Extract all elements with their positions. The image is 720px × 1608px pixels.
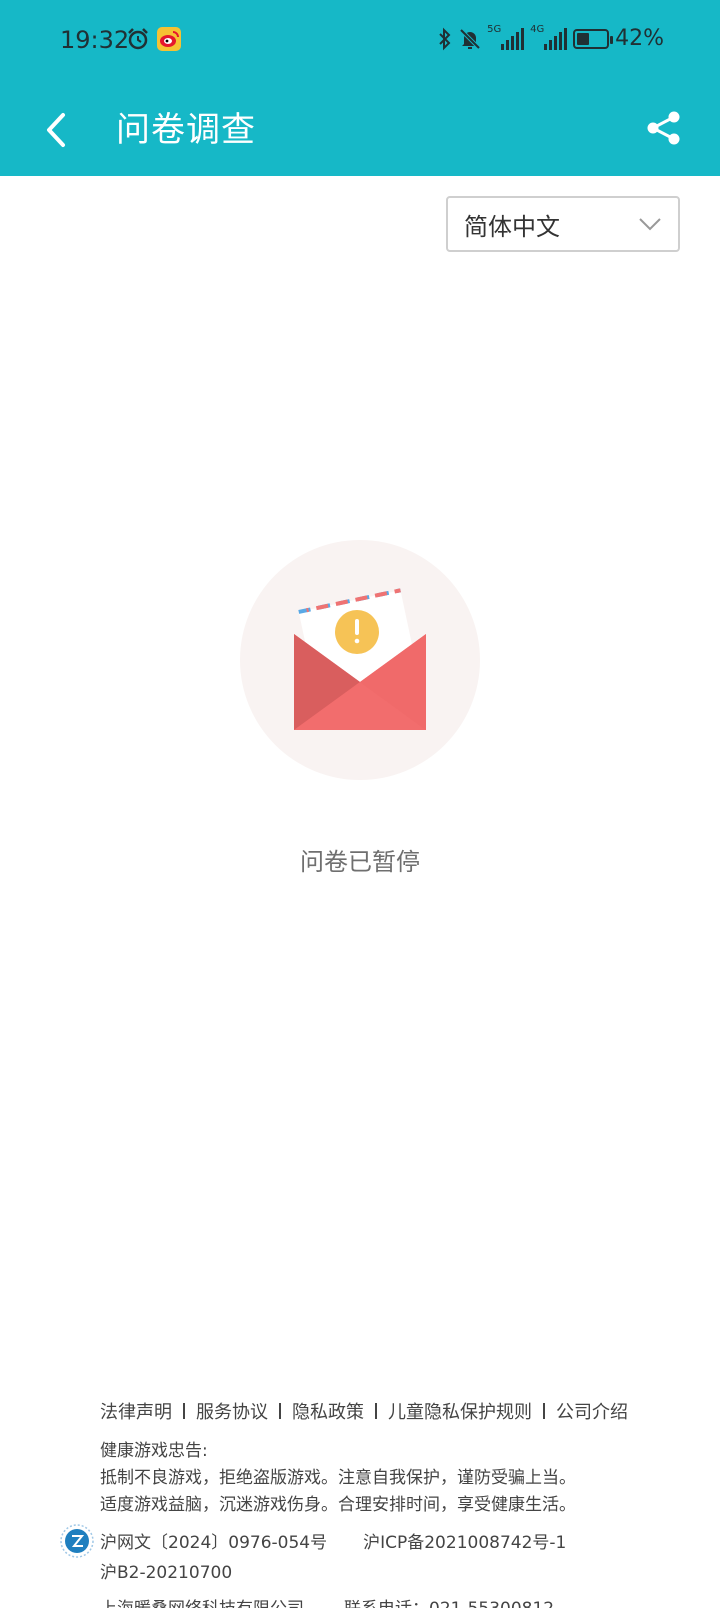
divider (543, 1403, 545, 1419)
legal-notice-link[interactable]: 法律声明 (100, 1398, 172, 1424)
health-notice-title: 健康游戏忠告: (100, 1441, 208, 1461)
app-bar: 问卷调查 (0, 84, 720, 176)
language-select-value: 简体中文 (464, 212, 560, 241)
footer-links: 法律声明 服务协议 隐私政策 儿童隐私保护规则 公司介绍 (100, 1398, 700, 1424)
mute-bell-icon (459, 28, 481, 49)
health-game-notice: 健康游戏忠告: 抵制不良游戏，拒绝盗版游戏。注意自我保护，谨防受骗上当。 适度游… (100, 1438, 700, 1519)
health-notice-line: 抵制不良游戏，拒绝盗版游戏。注意自我保护，谨防受骗上当。 (100, 1468, 576, 1488)
icp-license-link[interactable]: 沪ICP备2021008742号-1 (363, 1533, 566, 1553)
language-select[interactable]: 简体中文 (446, 196, 680, 252)
back-button[interactable] (30, 104, 82, 156)
divider (183, 1403, 185, 1419)
company-row: 上海暖桑网络科技有限公司 联系电话：021-55300812 (100, 1594, 554, 1608)
child-privacy-link[interactable]: 儿童隐私保护规则 (388, 1398, 532, 1424)
envelope-alert-icon (240, 540, 480, 780)
culture-license-icon[interactable] (60, 1524, 94, 1558)
service-agreement-link[interactable]: 服务协议 (196, 1398, 268, 1424)
alarm-icon (128, 28, 148, 50)
bluetooth-icon (439, 27, 451, 50)
company-intro-link[interactable]: 公司介绍 (556, 1398, 628, 1424)
weibo-icon (157, 27, 181, 51)
share-icon (647, 111, 680, 145)
chevron-left-icon (47, 113, 65, 147)
page-title: 问卷调查 (116, 110, 256, 150)
b2-license: 沪B2-20210700 (100, 1563, 233, 1583)
culture-license-text[interactable]: 沪网文〔2024〕0976-054号 (100, 1533, 327, 1553)
status-left-icons (126, 26, 182, 52)
privacy-policy-link[interactable]: 隐私政策 (292, 1398, 364, 1424)
status-bar: 19:32 5G 4G 42% (0, 0, 720, 84)
battery-icon (573, 28, 614, 49)
4g-signal-icon: 4G (530, 24, 568, 50)
footer: 法律声明 服务协议 隐私政策 儿童隐私保护规则 公司介绍 健康游戏忠告: 抵制不… (100, 1398, 700, 1519)
battery-percent: 42% (615, 26, 664, 51)
empty-message: 问卷已暂停 (300, 848, 420, 876)
chevron-down-icon (639, 218, 661, 231)
license-row: 沪网文〔2024〕0976-054号 沪ICP备2021008742号-1 (100, 1528, 566, 1553)
company-name: 上海暖桑网络科技有限公司 (100, 1599, 304, 1608)
5g-signal-icon: 5G (487, 24, 525, 50)
divider (375, 1403, 377, 1419)
status-right-icons: 5G 4G 42% (437, 24, 664, 51)
health-notice-line: 适度游戏益脑，沉迷游戏伤身。合理安排时间，享受健康生活。 (100, 1495, 576, 1515)
contact-phone: 联系电话：021-55300812 (344, 1599, 554, 1608)
divider (279, 1403, 281, 1419)
status-time: 19:32 (60, 26, 130, 54)
share-button[interactable] (636, 100, 692, 156)
